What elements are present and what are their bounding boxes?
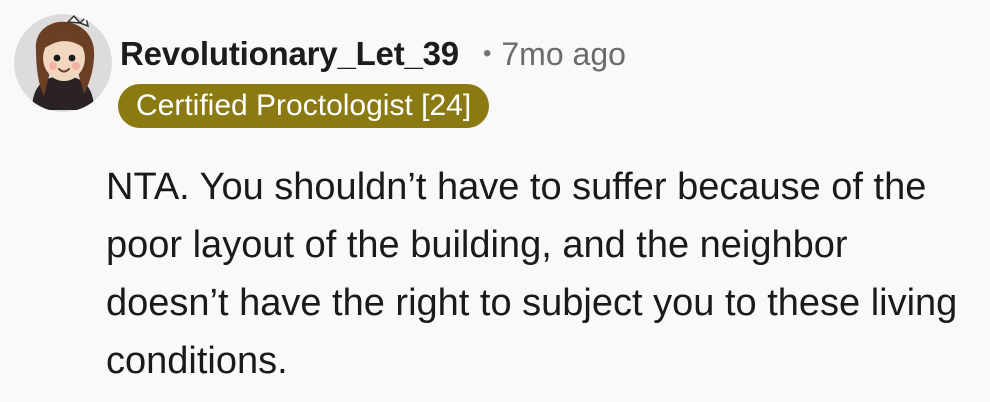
comment-meta: Revolutionary_Let_39 • 7mo ago xyxy=(120,30,626,78)
user-avatar-icon[interactable] xyxy=(14,14,112,112)
meta-separator: • xyxy=(482,40,492,67)
comment-body: NTA. You shouldn’t have to suffer becaus… xyxy=(106,166,958,382)
comment: Revolutionary_Let_39 • 7mo ago Certified… xyxy=(0,0,990,402)
username-link[interactable]: Revolutionary_Let_39 xyxy=(120,35,459,73)
user-flair-badge: Certified Proctologist [24] xyxy=(118,84,490,128)
avatar-image xyxy=(14,14,112,112)
comment-timestamp[interactable]: 7mo ago xyxy=(501,36,626,73)
